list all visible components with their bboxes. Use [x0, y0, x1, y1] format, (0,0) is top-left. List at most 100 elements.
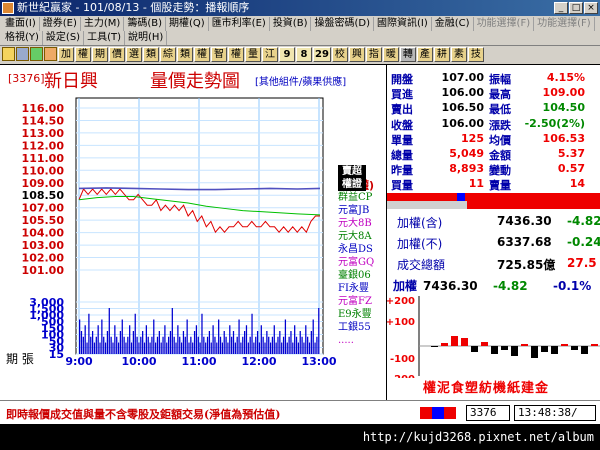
toolbar-button[interactable]: 類 [143, 47, 159, 62]
volume-bar [219, 336, 222, 354]
menu-item[interactable]: 格視(Y) [2, 31, 43, 45]
volume-bar [167, 336, 170, 354]
close-button[interactable]: × [584, 2, 598, 14]
broker-item[interactable]: 元富FZ [338, 295, 386, 308]
toolbar-button[interactable]: 權 [194, 47, 210, 62]
menu-item[interactable]: 設定(S) [43, 31, 85, 45]
menu-item[interactable]: 工具(T) [84, 31, 125, 45]
toolbar-button[interactable]: 8 [296, 47, 312, 62]
minimize-button[interactable]: _ [554, 2, 568, 14]
volume-bar [292, 342, 294, 354]
toolbar-button[interactable]: 技 [467, 47, 484, 62]
broker-item[interactable]: 元大8B [338, 217, 386, 230]
volume-bar [310, 331, 312, 354]
sector-bar [551, 346, 558, 354]
folder-icon[interactable] [2, 47, 15, 61]
broker-item[interactable]: ..... [338, 334, 386, 347]
toolbar-button[interactable]: 加 [58, 47, 74, 62]
menu-item[interactable]: 說明(H) [125, 31, 168, 45]
volume-bar [316, 336, 318, 354]
menu-item[interactable]: 主力(M) [81, 17, 125, 31]
refresh-icon[interactable] [30, 47, 43, 61]
mini-tick-label: -200 [390, 374, 415, 378]
broker-tab[interactable]: 賣超 [338, 165, 386, 178]
volume-bar [290, 331, 292, 354]
menu-item[interactable]: 操盤密碼(D) [311, 17, 374, 31]
toolbar-button[interactable]: 29 [313, 47, 331, 62]
y-tick-label: 104.00 [22, 227, 65, 240]
toolbar-button[interactable]: 智 [211, 47, 227, 62]
broker-item[interactable]: FI永豐 [338, 282, 386, 295]
quote-label: 最低 [489, 103, 511, 117]
toolbar-button[interactable]: 類 [177, 47, 193, 62]
menu-item[interactable]: 證券(E) [40, 17, 81, 31]
menu-item[interactable]: 畫面(I) [2, 17, 40, 31]
toolbar-button[interactable]: 素 [450, 47, 467, 62]
volume-bar [91, 331, 94, 354]
volume-bar [218, 319, 220, 354]
toolbar-button[interactable]: 耕 [433, 47, 450, 62]
broker-item[interactable]: 工銀55 [338, 321, 386, 334]
menu-item[interactable]: 功能選擇(F) [474, 17, 535, 31]
toolbar-button[interactable]: 江 [262, 47, 278, 62]
broker-tab[interactable]: 權證 [338, 178, 386, 191]
maximize-button[interactable]: □ [569, 2, 583, 14]
volume-bar [284, 319, 287, 354]
volume-bar [212, 325, 214, 354]
menu-item[interactable]: 國際資訊(I) [374, 17, 432, 31]
toolbar-button[interactable]: 期 [92, 47, 108, 62]
menu-item[interactable]: 投資(B) [270, 17, 312, 31]
toolbar-button[interactable]: 權 [75, 47, 91, 62]
toolbar-button[interactable]: 9 [279, 47, 295, 62]
broker-item[interactable]: 群益CP [338, 191, 386, 204]
menu-item[interactable]: 匯市利率(E) [209, 17, 270, 31]
broker-item[interactable]: 元富GQ [338, 256, 386, 269]
sector-bar [581, 346, 588, 354]
menu-item[interactable]: 籌碼(B) [124, 17, 166, 31]
menu-item[interactable]: 功能選擇(F) [534, 17, 595, 31]
menu-row-1: 畫面(I) 證券(E) 主力(M) 籌碼(B) 期權(Q) 匯市利率(E) 投資(B) 操盤密… [2, 17, 595, 31]
toolbar-button[interactable]: 興 [348, 47, 365, 62]
sector-label[interactable]: [其他組件/蘋果供應] [255, 73, 346, 88]
toolbar-button[interactable]: 選 [126, 47, 142, 62]
stock-id: [3376] [8, 72, 45, 85]
broker-item[interactable]: 元大8A [338, 230, 386, 243]
volume-bar [266, 331, 268, 354]
toolbar-button[interactable]: 暖 [382, 47, 399, 62]
quote-label: 買量 [391, 179, 413, 193]
volume-bar [179, 336, 181, 354]
volume-bar [84, 325, 86, 354]
stock-code-input[interactable]: 3376 [466, 405, 510, 421]
chart-icon[interactable] [44, 47, 57, 61]
volume-bar [299, 331, 301, 354]
toolbar-button[interactable]: 量 [245, 47, 261, 62]
menu-item[interactable]: 金融(C) [432, 17, 474, 31]
toolbar-button[interactable]: 產 [416, 47, 433, 62]
toolbar-button[interactable]: 指 [365, 47, 382, 62]
mini-tick-label: -100 [390, 354, 415, 365]
sector-strip[interactable]: 權泥食塑紡機紙建金 [423, 377, 549, 396]
sector-bar [511, 346, 518, 356]
volume-bar [182, 331, 185, 354]
broker-item[interactable]: E9永豐 [338, 308, 386, 321]
toolbar-button[interactable]: 權 [228, 47, 244, 62]
broker-item[interactable]: 元富JB [338, 204, 386, 217]
print-icon[interactable] [16, 47, 29, 61]
status-bar: 即時報價成交值與量不含零股及鉅額交易(淨值為預估值) 3376 13:48:38… [0, 400, 600, 424]
sector-bar [441, 343, 448, 346]
toolbar-button[interactable]: 校 [331, 47, 348, 62]
broker-item[interactable]: 永昌DS [338, 243, 386, 256]
index-weighted-incl: 加權(含) 7436.30 -4.82 [397, 214, 600, 230]
menu-item[interactable]: 期權(Q) [166, 17, 209, 31]
volume-bar [193, 331, 196, 354]
quote-row: 開盤 107.00 振幅 4.15% [387, 71, 600, 86]
quote-label: 最高 [489, 88, 511, 102]
toolbar-button[interactable]: 價 [109, 47, 125, 62]
volume-bar [249, 336, 251, 354]
volume-bar [268, 336, 270, 354]
quote-row: 總量 5,049 金額 5.37 [387, 147, 600, 162]
broker-item[interactable]: 臺銀06 [338, 269, 386, 282]
toolbar-button[interactable]: 轉 [399, 47, 416, 62]
volume-bar [227, 342, 229, 354]
toolbar-button[interactable]: 綜 [160, 47, 176, 62]
